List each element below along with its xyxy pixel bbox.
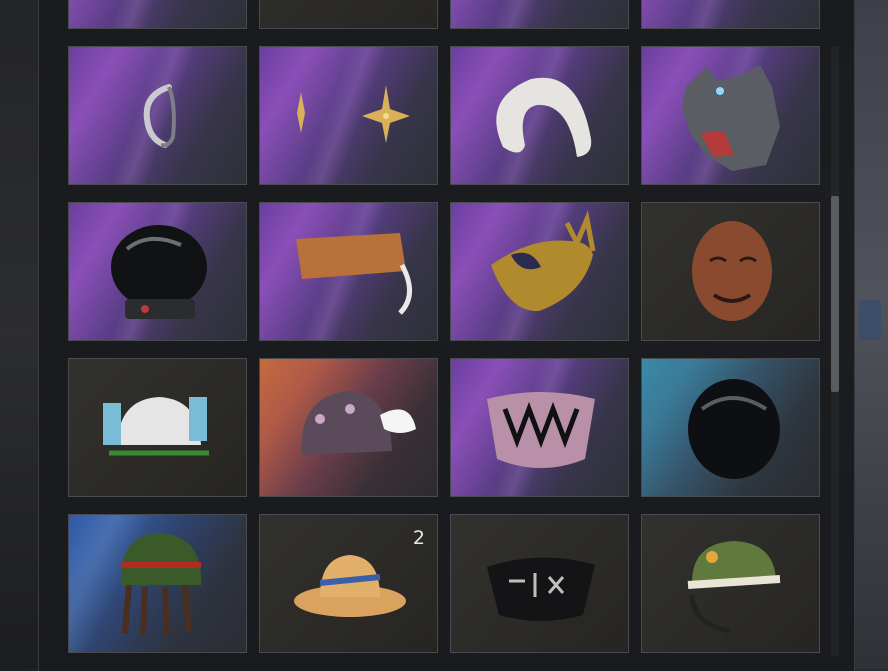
inventory-item-tile-cropped[interactable] <box>259 0 438 29</box>
inventory-item-tile[interactable] <box>450 46 629 185</box>
black-logo-face-mask-icon <box>487 557 595 621</box>
inventory-item-tile[interactable] <box>68 202 247 341</box>
item-quantity-badge: 2 <box>412 527 425 549</box>
inventory-item-tile[interactable]: 2 <box>259 514 438 653</box>
rasta-dreadlock-cap-icon <box>120 533 202 636</box>
inventory-item-tile[interactable] <box>68 46 247 185</box>
scrollbar-thumb[interactable] <box>831 196 839 392</box>
inventory-item-tile[interactable] <box>68 358 247 497</box>
inventory-item-tile[interactable] <box>68 514 247 653</box>
inventory-item-tile[interactable] <box>450 514 629 653</box>
winged-star-beanie-icon <box>301 391 416 455</box>
inventory-item-tile[interactable] <box>450 202 629 341</box>
background-left <box>0 0 38 669</box>
inventory-item-tile[interactable] <box>641 514 820 653</box>
inventory-item-tile[interactable] <box>259 202 438 341</box>
inventory-item-tile[interactable] <box>259 46 438 185</box>
inventory-item-tile[interactable] <box>641 202 820 341</box>
black-space-helmet-icon <box>111 225 207 319</box>
background-right <box>853 0 888 669</box>
drink-helmet-icon <box>103 397 209 456</box>
star-earrings-icon <box>297 85 410 143</box>
inventory-item-tile-cropped[interactable] <box>68 0 247 29</box>
orange-visor-headset-icon <box>296 233 412 315</box>
bucket-hat-headset-icon <box>687 541 781 634</box>
gold-spiked-masquerade-mask-icon <box>491 210 596 312</box>
fanged-face-mask-icon <box>487 392 595 468</box>
wolf-mask-icon <box>682 65 780 171</box>
cat-ears-headband-icon <box>143 84 176 148</box>
black-motorcycle-helmet-icon <box>688 379 780 479</box>
inventory-item-tile[interactable] <box>450 358 629 497</box>
straw-sun-hat-icon <box>294 555 406 617</box>
inventory-item-tile-cropped[interactable] <box>641 0 820 29</box>
white-fur-headband-icon <box>496 77 592 157</box>
inventory-item-tile[interactable] <box>641 46 820 185</box>
hahoe-wooden-mask-icon <box>692 221 772 321</box>
inventory-item-tile-cropped[interactable] <box>450 0 629 29</box>
inventory-item-tile[interactable] <box>641 358 820 497</box>
inventory-item-tile[interactable] <box>259 358 438 497</box>
